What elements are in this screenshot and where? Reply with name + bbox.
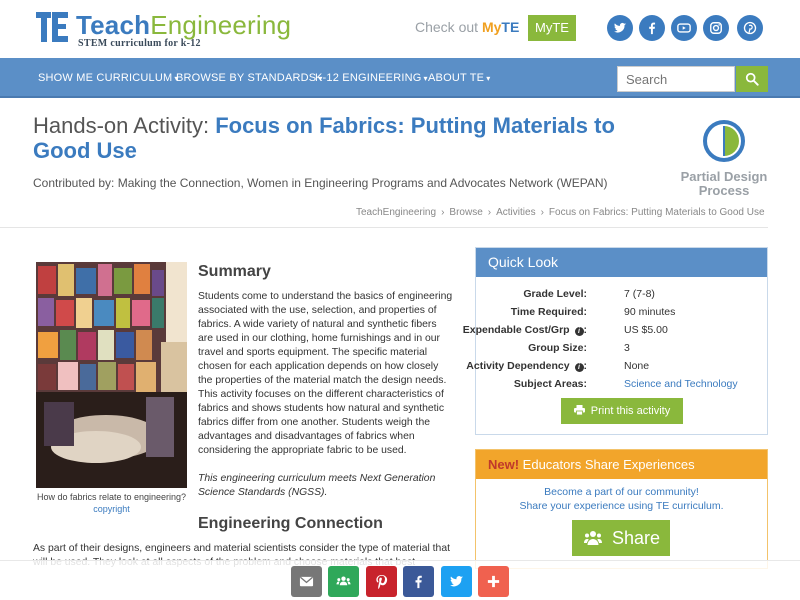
- pinterest-share-button[interactable]: [366, 566, 397, 597]
- engineering-connection-heading: Engineering Connection: [198, 515, 383, 532]
- nav-label: K-12 ENGINEERING: [315, 72, 422, 84]
- checkout-prefix: Check out: [415, 19, 482, 35]
- nav-label: SHOW ME CURRICULUM: [38, 72, 173, 84]
- nav-label: ABOUT TE: [428, 72, 485, 84]
- nav-k12-engineering[interactable]: K-12 ENGINEERING ▾: [315, 72, 428, 84]
- photo-copyright-link[interactable]: copyright: [36, 504, 187, 514]
- ngss-note: This engineering curriculum meets Next G…: [198, 473, 436, 498]
- youtube-icon[interactable]: [671, 15, 697, 41]
- ql-colon: :: [583, 324, 588, 336]
- facebook-icon: [415, 575, 422, 589]
- chevron-down-icon: ▾: [486, 74, 491, 83]
- quick-look-title: Quick Look: [476, 248, 767, 277]
- logo-word-teach: Teach: [76, 10, 151, 40]
- ql-label-with-info: Expendable Cost/Grp i:: [463, 324, 587, 336]
- educators-title-text: Educators Share Experiences: [519, 457, 695, 472]
- ql-label: Grade Level:: [523, 288, 587, 300]
- ql-label: Time Required:: [510, 306, 587, 318]
- checkout-myte-text: Check out MyTE: [415, 19, 519, 35]
- ql-row-grade-level: Grade Level: 7 (7-8): [476, 288, 767, 306]
- nav-browse-by-standards[interactable]: BROWSE BY STANDARDS ▾: [176, 72, 323, 84]
- divider: [0, 227, 768, 228]
- subject-area-link[interactable]: Science and Technology: [624, 378, 738, 390]
- breadcrumb: TeachEngineering › Browse › Activities › Focus…: [356, 207, 765, 218]
- ql-label-with-info: Activity Dependency i:: [466, 360, 587, 372]
- facebook-icon[interactable]: [639, 15, 665, 41]
- email-share-button[interactable]: [291, 566, 322, 597]
- checkout-my: My: [481, 19, 502, 35]
- ql-row-time-required: Time Required: 90 minutes: [476, 306, 767, 324]
- pinterest-icon[interactable]: [737, 15, 763, 41]
- users-icon: [584, 531, 602, 545]
- search-input[interactable]: [617, 66, 735, 92]
- myte-button[interactable]: MyTE: [528, 15, 576, 41]
- checkout-te: TE: [501, 19, 520, 35]
- info-icon[interactable]: i: [574, 363, 584, 372]
- logo-tagline: STEM curriculum for k-12: [78, 38, 201, 49]
- logo-wordmark: TeachEngineering: [76, 10, 291, 41]
- breadcrumb-item[interactable]: Activities: [496, 207, 535, 218]
- plus-icon: [487, 575, 500, 588]
- twitter-icon[interactable]: [607, 15, 633, 41]
- floating-share-bar: [0, 560, 800, 600]
- more-share-button[interactable]: [478, 566, 509, 597]
- share-label: Share: [612, 528, 661, 548]
- print-icon: [573, 405, 585, 416]
- ql-row-group-size: Group Size: 3: [476, 342, 767, 360]
- ql-label: Expendable Cost/Grp: [462, 324, 570, 336]
- ql-value: 7 (7-8): [624, 288, 655, 300]
- ql-value: US $5.00: [624, 324, 668, 336]
- quick-look-panel: Quick Look Grade Level: 7 (7-8) Time Req…: [463, 247, 768, 435]
- ql-label: Activity Dependency: [466, 360, 570, 372]
- ql-value: None: [624, 360, 650, 372]
- ql-label: Subject Areas:: [513, 378, 587, 390]
- new-badge: New!: [488, 457, 520, 472]
- ql-value: 3: [624, 342, 630, 354]
- twitter-share-button[interactable]: [441, 566, 472, 597]
- logo-word-engineering: Engineering: [150, 10, 292, 40]
- twitter-icon: [449, 576, 464, 587]
- search-icon: [745, 72, 759, 86]
- title-prefix: Hands-on Activity:: [33, 113, 216, 138]
- share-button[interactable]: Share: [572, 520, 670, 556]
- contributed-by: Contributed by: Making the Connection, W…: [33, 176, 608, 190]
- summary-text: Students come to understand the basics o…: [198, 291, 453, 456]
- share-experience-text: Share your experience using TE curriculu…: [519, 500, 724, 512]
- pinterest-icon: [376, 574, 388, 589]
- print-label: Print this activity: [590, 405, 671, 417]
- search-button[interactable]: [736, 66, 768, 92]
- pdp-line2: Process: [698, 183, 750, 198]
- fabric-store-photo[interactable]: [36, 262, 187, 488]
- page-title: Hands-on Activity: Focus on Fabrics: Put…: [33, 113, 673, 163]
- photo-caption: How do fabrics relate to engineering?: [36, 492, 187, 502]
- ql-label: Group Size:: [528, 342, 587, 354]
- envelope-icon: [299, 576, 314, 587]
- print-activity-button[interactable]: Print this activity: [561, 398, 683, 424]
- partial-design-process-icon[interactable]: [702, 119, 746, 163]
- nav-show-me-curriculum[interactable]: SHOW ME CURRICULUM ▾: [38, 72, 179, 84]
- site-header: TeachEngineering STEM curriculum for k-1…: [0, 0, 800, 58]
- nav-label: BROWSE BY STANDARDS: [176, 72, 317, 84]
- partial-design-process-label: Partial Design Process: [672, 170, 776, 198]
- ql-row-expendable-cost: Expendable Cost/Grp i: US $5.00: [463, 324, 767, 342]
- google-classroom-share-button[interactable]: [328, 566, 359, 597]
- te-logo-mark-icon: [36, 12, 70, 46]
- ql-colon: :: [583, 360, 588, 372]
- facebook-share-button[interactable]: [403, 566, 434, 597]
- breadcrumb-current: Focus on Fabrics: Putting Materials to G…: [548, 207, 765, 218]
- nav-about-te[interactable]: ABOUT TE ▾: [428, 72, 490, 84]
- breadcrumb-item[interactable]: TeachEngineering: [356, 207, 436, 218]
- pdp-line1: Partial Design: [680, 169, 768, 184]
- community-invite: Become a part of our community!: [544, 486, 699, 498]
- info-icon[interactable]: i: [574, 327, 584, 336]
- educators-share-panel: New! Educators Share Experiences Become …: [475, 449, 768, 569]
- ql-row-subject-areas: Subject Areas: Science and Technology: [476, 378, 767, 396]
- classroom-icon: [336, 576, 351, 586]
- instagram-icon[interactable]: [703, 15, 729, 41]
- summary-heading: Summary: [198, 263, 271, 280]
- ql-value: 90 minutes: [624, 306, 676, 318]
- educators-share-title: New! Educators Share Experiences: [476, 450, 767, 479]
- ql-row-activity-dependency: Activity Dependency i: None: [466, 360, 767, 378]
- breadcrumb-item[interactable]: Browse: [449, 207, 482, 218]
